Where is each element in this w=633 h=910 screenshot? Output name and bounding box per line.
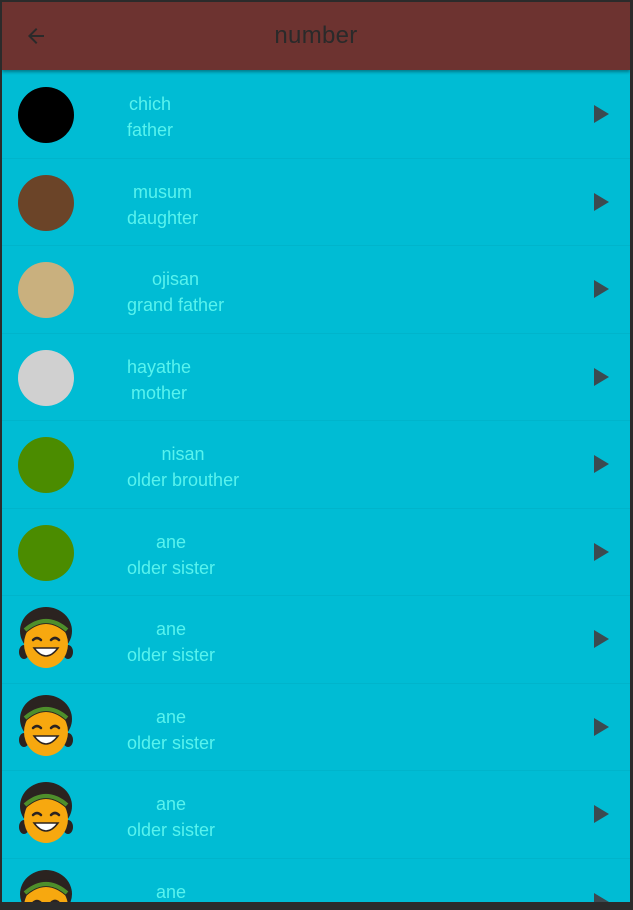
list-item[interactable]: ane older sister: [2, 509, 630, 596]
member-text: musum daughter: [127, 179, 198, 231]
family-list: chich father musum daughter ojisan grand fath…: [2, 71, 630, 902]
list-item[interactable]: ane older sister: [2, 771, 630, 859]
play-icon[interactable]: [594, 367, 609, 386]
arrow-left-icon: [28, 28, 44, 44]
avatar: [18, 781, 74, 843]
back-button[interactable]: [18, 20, 54, 52]
member-relation: older sister: [127, 645, 216, 665]
member-text: ane older sister: [127, 529, 215, 581]
avatar: [18, 437, 74, 493]
list-item[interactable]: aneolder sister: [2, 859, 630, 903]
member-name: nisan: [161, 444, 205, 464]
list-item[interactable]: nisan older brouther: [2, 421, 630, 509]
member-name: ojisan: [152, 269, 200, 289]
page-title: number: [274, 22, 358, 49]
member-relation: mother: [131, 382, 188, 403]
play-icon[interactable]: [594, 105, 609, 123]
list-item[interactable]: hayathe mother: [2, 334, 630, 421]
member-name: ane: [155, 794, 187, 814]
member-text: aneolder sister: [127, 879, 215, 903]
girl-emoji-icon: [20, 869, 72, 902]
member-relation: older sister: [127, 820, 216, 840]
play-icon[interactable]: [594, 892, 609, 902]
play-icon[interactable]: [594, 192, 609, 211]
app-frame: number chich father musum daughter ojisan gra…: [2, 2, 630, 902]
member-text: chich father: [127, 91, 173, 143]
member-text: ojisan grand father: [127, 266, 224, 318]
play-icon[interactable]: [594, 280, 609, 298]
member-relation: grand father: [127, 295, 225, 315]
member-name: ane: [155, 619, 187, 639]
play-icon[interactable]: [594, 455, 609, 473]
avatar: [18, 524, 74, 581]
avatar: [18, 606, 74, 668]
member-text: ane older sister: [127, 704, 215, 756]
member-name: musum: [133, 181, 193, 202]
list-item[interactable]: ojisan grand father: [2, 246, 630, 334]
member-name: hayathe: [127, 356, 192, 377]
avatar: [18, 87, 74, 143]
avatar: [18, 869, 74, 902]
avatar: [18, 349, 74, 406]
girl-emoji-icon: [19, 694, 73, 756]
member-name: ane: [155, 531, 187, 552]
play-icon[interactable]: [594, 630, 609, 648]
avatar: [18, 262, 74, 318]
play-icon[interactable]: [594, 805, 609, 823]
avatar: [18, 174, 74, 231]
list-item[interactable]: ane older sister: [2, 684, 630, 771]
avatar: [18, 694, 74, 756]
girl-emoji-icon: [19, 607, 73, 668]
member-name: ane: [155, 881, 187, 902]
member-name: ane: [155, 706, 187, 727]
member-name: chich: [129, 94, 172, 114]
member-text: ane older sister: [127, 616, 215, 668]
member-text: nisan older brouther: [127, 441, 239, 493]
member-text: ane older sister: [127, 791, 215, 843]
list-item[interactable]: ane older sister: [2, 596, 630, 684]
app-bar: number: [2, 2, 630, 70]
bottom-edge: [0, 902, 633, 910]
list-item[interactable]: musum daughter: [2, 159, 630, 246]
play-icon[interactable]: [594, 717, 609, 736]
member-relation: daughter: [127, 207, 199, 228]
member-relation: older sister: [127, 557, 216, 578]
list-item[interactable]: chich father: [2, 71, 630, 159]
play-icon[interactable]: [594, 542, 609, 561]
member-relation: father: [127, 120, 174, 140]
member-relation: older sister: [127, 732, 216, 753]
member-relation: older brouther: [127, 470, 240, 490]
girl-emoji-icon: [19, 782, 73, 843]
member-text: hayathe mother: [127, 354, 191, 406]
